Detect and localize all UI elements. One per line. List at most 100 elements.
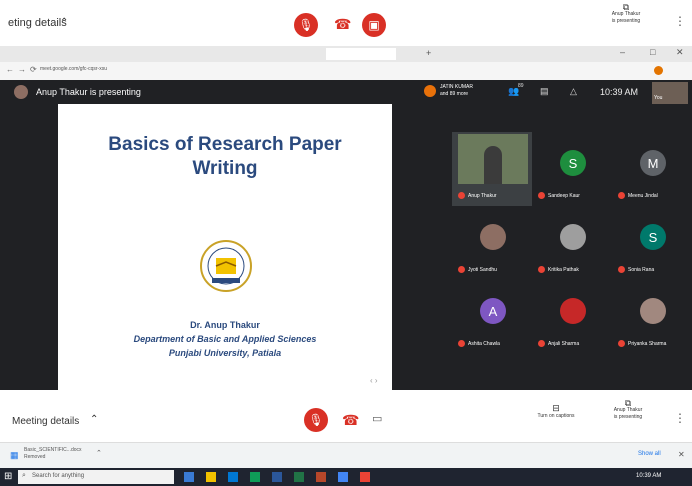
outer-meet-bar: eting details ⌃ 🎙 ☎ ▣ ⧉ Anup Thakur is p…	[0, 0, 692, 46]
more-options-icon[interactable]: ⋮	[674, 14, 686, 28]
task-view-icon[interactable]	[184, 472, 194, 482]
presenter-indicator[interactable]: ⧉ Anup Thakur is presenting	[606, 3, 646, 25]
mic-off-icon	[538, 192, 545, 199]
hang-up-button[interactable]: ☎	[342, 412, 359, 429]
search-icon: ⌕	[22, 472, 26, 479]
participant-name: Ashita Chawla	[468, 341, 500, 347]
participant-tile[interactable]: Anjali Sharma	[532, 280, 612, 354]
download-bar: ▦ Basic_SCIENTIFIC...docx Removed ⌃ Show…	[0, 442, 692, 469]
new-tab-icon[interactable]: +	[426, 48, 431, 58]
reload-icon[interactable]: ⟳	[30, 65, 37, 74]
participant-tile[interactable]: Kritika Pathak	[532, 206, 612, 280]
clock-time: 10:39 AM	[600, 87, 639, 97]
more-options-icon[interactable]: ⋮	[674, 411, 686, 425]
mic-off-icon	[618, 192, 625, 199]
participant-tile[interactable]: M Meenu Jindal	[612, 132, 692, 206]
bottom-controls: Meeting details ⌃ 🎙 ☎ ▭ ⊟ Turn on captio…	[0, 394, 692, 442]
word-icon[interactable]	[272, 472, 282, 482]
present-icon: ⧉	[624, 398, 632, 408]
participant-tile[interactable]: Jyoti Sandhu	[452, 206, 532, 280]
slide-title-line1: Basics of Research Paper	[108, 134, 342, 155]
close-download-bar-icon[interactable]: ✕	[678, 450, 685, 459]
browser-tab[interactable]	[110, 48, 216, 60]
presenter-status: is presenting	[613, 414, 643, 420]
chevron-up-icon[interactable]: ⌃	[60, 17, 68, 28]
minimize-icon[interactable]: –	[620, 47, 625, 57]
participant-badge[interactable]: JATIN KUMAR and 89 more	[440, 84, 473, 98]
participant-avatar	[640, 298, 666, 324]
download-item[interactable]: Basic_SCIENTIFIC...docx Removed	[24, 447, 82, 461]
chrome-icon[interactable]	[250, 472, 260, 482]
meeting-details-button[interactable]: Meeting details	[12, 416, 79, 427]
participant-tile[interactable]: Anup Thakur	[452, 132, 532, 206]
participant-tile[interactable]: Priyanka Sharma	[612, 280, 692, 354]
hang-up-button[interactable]: ☎	[334, 16, 351, 33]
participant-name: Anjali Sharma	[548, 341, 580, 347]
file-explorer-icon[interactable]	[206, 472, 216, 482]
store-icon[interactable]	[338, 472, 348, 482]
slide-nav-icon[interactable]: ‹ ›	[370, 376, 378, 385]
participant-avatar: S	[640, 224, 666, 250]
browser-tab-bar: + – □ ✕	[0, 46, 692, 62]
close-window-icon[interactable]: ✕	[676, 47, 684, 58]
participant-count: 89	[518, 83, 524, 89]
mic-off-icon	[618, 340, 625, 347]
participant-badge-more: and 89 more	[440, 91, 469, 97]
presenting-text: Anup Thakur is presenting	[36, 87, 141, 97]
mic-off-button[interactable]: 🎙	[294, 13, 318, 37]
mic-off-icon	[618, 266, 625, 273]
mic-off-icon	[458, 266, 465, 273]
windows-start-icon[interactable]: ⊞	[4, 471, 12, 482]
mic-off-button[interactable]: 🎙	[304, 408, 328, 432]
self-view-label: You	[654, 95, 663, 101]
forward-icon[interactable]: →	[18, 65, 26, 74]
participant-tile[interactable]: A Ashita Chawla	[452, 280, 532, 354]
participant-avatar	[480, 224, 506, 250]
app-icon[interactable]	[360, 472, 370, 482]
participant-badge-name: JATIN KUMAR	[440, 84, 473, 90]
self-view: You	[652, 82, 688, 104]
mic-off-icon	[538, 266, 545, 273]
powerpoint-icon[interactable]	[316, 472, 326, 482]
mic-off-icon	[458, 192, 465, 199]
participant-avatar: A	[480, 298, 506, 324]
meeting-details-label[interactable]: eting details	[8, 17, 67, 29]
participant-tile[interactable]: S Sonia Rana	[612, 206, 692, 280]
presenter-avatar	[14, 85, 28, 99]
camera-icon[interactable]: ▭	[372, 412, 382, 425]
maximize-icon[interactable]: □	[650, 47, 655, 57]
captions-icon: ⊟	[552, 403, 560, 413]
participant-badge-avatar	[424, 85, 436, 97]
mic-off-icon	[538, 340, 545, 347]
participant-name: Priyanka Sharma	[628, 341, 667, 347]
presenting-bar: Anup Thakur is presenting JATIN KUMAR an…	[0, 80, 692, 104]
edge-icon[interactable]	[228, 472, 238, 482]
presenting-indicator[interactable]: ⧉ Anup Thakur is presenting	[606, 398, 650, 421]
windows-taskbar: ⊞ ⌕ Search for anything 10:39 AM	[0, 468, 692, 486]
participant-name: Sandeep Kaur	[548, 193, 580, 199]
presentation-slide: Basics of Research Paper Writing Dr. Anu…	[58, 104, 392, 394]
captions-button[interactable]: ⊟ Turn on captions	[524, 404, 588, 420]
participant-tile[interactable]: S Sandeep Kaur	[532, 132, 612, 206]
browser-tab[interactable]	[222, 48, 318, 60]
url-field[interactable]: meet.google.com/gfc-cqsr-xsu	[40, 66, 107, 72]
excel-icon[interactable]	[294, 472, 304, 482]
camera-off-button[interactable]: ▣	[362, 13, 386, 37]
slide-author: Dr. Anup Thakur	[190, 320, 260, 330]
show-all-link[interactable]: Show all	[638, 451, 661, 457]
participant-avatar	[560, 224, 586, 250]
document-icon: ▦	[10, 450, 19, 460]
activities-icon[interactable]: △	[570, 86, 577, 97]
profile-avatar[interactable]	[654, 66, 663, 75]
browser-tab-active[interactable]	[326, 48, 396, 60]
taskbar-clock: 10:39 AM	[636, 473, 662, 479]
browser-tab[interactable]	[6, 48, 102, 60]
download-menu-icon[interactable]: ⌃	[96, 449, 102, 457]
chat-icon[interactable]: ▤	[540, 86, 549, 97]
chevron-up-icon[interactable]: ⌃	[90, 414, 98, 425]
captions-label: Turn on captions	[537, 413, 575, 419]
participant-avatar: M	[640, 150, 666, 176]
back-icon[interactable]: ←	[6, 65, 14, 74]
taskbar-search[interactable]: ⌕ Search for anything	[18, 470, 174, 484]
participant-name: Meenu Jindal	[628, 193, 658, 199]
